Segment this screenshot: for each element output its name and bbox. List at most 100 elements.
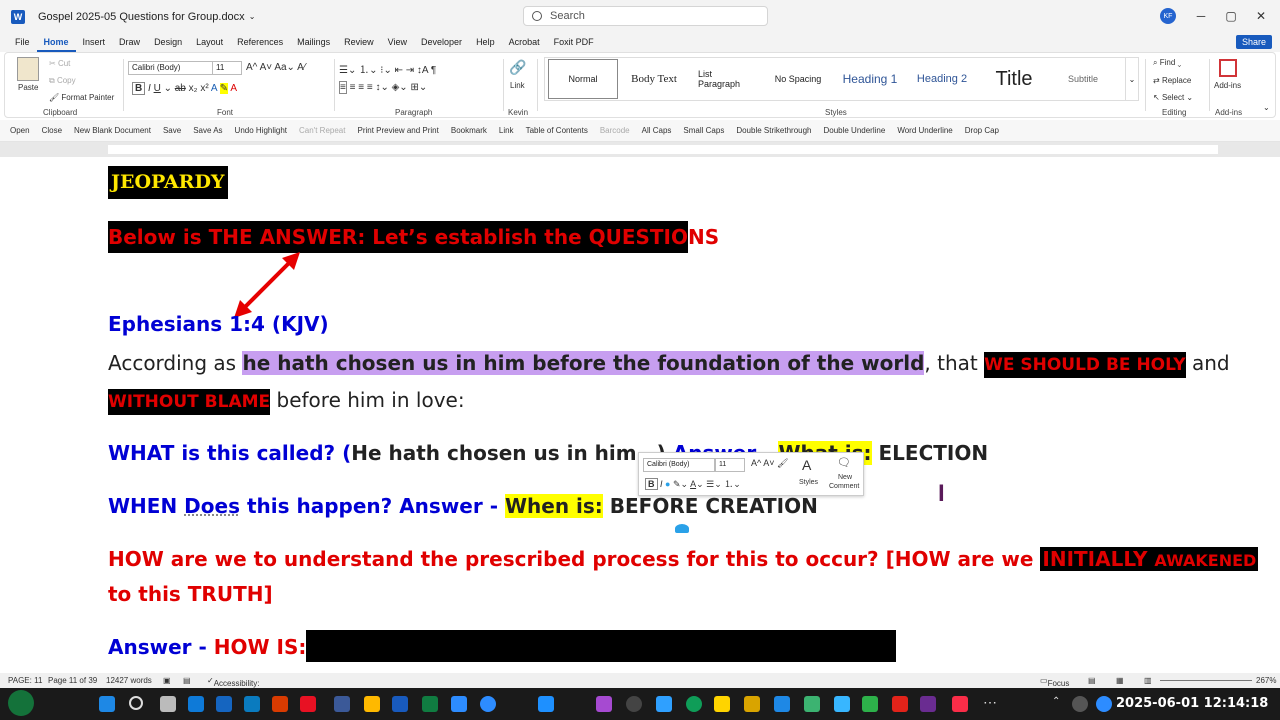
link-icon[interactable]: 🔗 xyxy=(509,59,526,76)
qat-close[interactable]: Close xyxy=(42,126,62,135)
app-icon[interactable] xyxy=(244,696,260,712)
qat-new-blank-document[interactable]: New Blank Document xyxy=(74,126,151,135)
style-body-text[interactable]: Body Text xyxy=(618,59,690,99)
search-box[interactable]: Search xyxy=(523,6,768,26)
tab-insert[interactable]: Insert xyxy=(76,33,113,52)
tab-file[interactable]: File xyxy=(8,33,37,52)
style-subtitle[interactable]: Subtitle xyxy=(1050,59,1116,99)
app-icon[interactable] xyxy=(744,696,760,712)
search-icon[interactable] xyxy=(129,696,143,710)
qat-double-strikethrough[interactable]: Double Strikethrough xyxy=(736,126,811,135)
chevron-up-icon[interactable]: ⌃ xyxy=(1052,696,1068,712)
mini-grow-icons[interactable]: A^ A˅ 🖌 xyxy=(751,458,788,469)
music-icon[interactable] xyxy=(952,696,968,712)
tab-home[interactable]: Home xyxy=(36,33,76,52)
task-view-icon[interactable] xyxy=(160,696,176,712)
style-heading-2[interactable]: Heading 2 xyxy=(906,59,978,99)
tab-help[interactable]: Help xyxy=(469,33,502,52)
bell-icon[interactable] xyxy=(8,690,34,716)
app-icon[interactable] xyxy=(656,696,672,712)
mini-font-select[interactable]: Calibri (Body) xyxy=(643,458,715,472)
app-icon[interactable] xyxy=(300,696,316,712)
tray-icon[interactable] xyxy=(1096,696,1112,712)
tab-view[interactable]: View xyxy=(381,33,414,52)
font-size-select[interactable]: 11 xyxy=(212,61,242,75)
mini-size-select[interactable]: 11 xyxy=(715,458,745,472)
excel-icon[interactable] xyxy=(422,696,438,712)
paste-icon[interactable] xyxy=(17,57,39,81)
qat-drop-cap[interactable]: Drop Cap xyxy=(965,126,999,135)
avatar[interactable]: KF xyxy=(1160,8,1176,24)
grow-font-icon[interactable]: A^ A˅ Aa⌄ A⁄ xyxy=(246,62,306,73)
qat-open[interactable]: Open xyxy=(10,126,30,135)
paste-button[interactable]: Paste xyxy=(18,83,38,92)
app-icon[interactable] xyxy=(804,696,820,712)
app-icon[interactable] xyxy=(714,696,730,712)
find-button[interactable]: ⌕ Find ⌄ xyxy=(1153,58,1181,68)
qat-word-underline[interactable]: Word Underline xyxy=(897,126,952,135)
start-icon[interactable] xyxy=(99,696,115,712)
new-comment-line-1[interactable]: New xyxy=(838,474,852,481)
tab-draw[interactable]: Draw xyxy=(112,33,147,52)
app-icon[interactable] xyxy=(188,696,204,712)
style-normal[interactable]: Normal xyxy=(548,59,618,99)
file-explorer-icon[interactable] xyxy=(364,696,380,712)
font-format-icons[interactable]: B I U ⌄ ab x₂ x² A ✎ A xyxy=(132,82,237,95)
app-icon[interactable] xyxy=(862,696,878,712)
style-no-spacing[interactable]: No Spacing xyxy=(762,59,834,99)
app-icon[interactable] xyxy=(626,696,642,712)
qat-double-underline[interactable]: Double Underline xyxy=(823,126,885,135)
app-icon[interactable] xyxy=(216,696,232,712)
app-icon[interactable] xyxy=(920,696,936,712)
add-ins-button[interactable]: Add-ins xyxy=(1214,81,1241,90)
accessibility-status[interactable]: ✓ Accessibility: Investigate xyxy=(207,676,260,697)
app-icon[interactable] xyxy=(334,696,350,712)
styles-icon[interactable]: A xyxy=(802,457,811,473)
proofing-icon[interactable]: ▣ xyxy=(163,676,171,685)
zoom-app-icon[interactable] xyxy=(451,696,467,712)
tab-layout[interactable]: Layout xyxy=(189,33,230,52)
tab-design[interactable]: Design xyxy=(147,33,189,52)
more-icon[interactable]: ⋯ xyxy=(983,695,999,712)
add-ins-icon[interactable] xyxy=(1219,59,1237,77)
read-mode-icon[interactable]: ▤ xyxy=(1088,676,1096,685)
share-button[interactable]: Share xyxy=(1235,35,1272,49)
qat-link[interactable]: Link xyxy=(499,126,514,135)
copy-button[interactable]: ⧉ Copy xyxy=(49,76,76,86)
link-button[interactable]: Link xyxy=(510,81,525,90)
styles-more-icon[interactable]: ⌄ xyxy=(1125,57,1139,101)
minimize-button[interactable]: ─ xyxy=(1186,6,1216,26)
tab-mailings[interactable]: Mailings xyxy=(290,33,337,52)
document-title[interactable]: Gospel 2025-05 Questions for Group.docx xyxy=(38,11,245,23)
web-layout-icon[interactable]: ▥ xyxy=(1144,676,1152,685)
clock[interactable]: 2025-06-01 12:14:18 xyxy=(1116,696,1268,711)
word-icon[interactable] xyxy=(392,696,408,712)
tab-references[interactable]: References xyxy=(230,33,290,52)
tray-icon[interactable] xyxy=(1072,696,1088,712)
qat-undo-highlight[interactable]: Undo Highlight xyxy=(235,126,287,135)
app-icon[interactable] xyxy=(272,696,288,712)
cut-button[interactable]: ✂ Cut xyxy=(49,59,70,68)
close-button[interactable]: ✕ xyxy=(1246,6,1276,26)
format-painter-button[interactable]: 🖌 Format Painter xyxy=(49,93,114,102)
qat-print-preview-and-print[interactable]: Print Preview and Print xyxy=(357,126,438,135)
collapse-ribbon-icon[interactable]: ⌄ xyxy=(1263,103,1270,112)
page-indicator[interactable]: PAGE: 11 xyxy=(8,676,42,685)
print-layout-icon[interactable]: ▦ xyxy=(1116,676,1124,685)
app-icon[interactable] xyxy=(892,696,908,712)
selection-handle-icon[interactable] xyxy=(675,524,689,533)
style-title[interactable]: Title xyxy=(978,59,1050,99)
tab-review[interactable]: Review xyxy=(337,33,381,52)
macro-icon[interactable]: ▤ xyxy=(183,676,191,685)
replace-button[interactable]: ⇄ Replace xyxy=(1153,76,1191,85)
qat-save-as[interactable]: Save As xyxy=(193,126,222,135)
mini-styles-button[interactable]: Styles xyxy=(799,479,818,486)
tab-acrobat[interactable]: Acrobat xyxy=(502,33,547,52)
style-list-paragraph[interactable]: List Paragraph xyxy=(690,59,762,99)
comment-icon[interactable]: 🗨 xyxy=(837,456,851,469)
zoom-slider[interactable] xyxy=(1160,680,1252,681)
qat-small-caps[interactable]: Small Caps xyxy=(683,126,724,135)
alignment-icons[interactable]: ≡ ≡ ≡ ≡ ↕⌄ ◈⌄ ⊞⌄ xyxy=(339,81,427,94)
font-name-select[interactable]: Calibri (Body) xyxy=(128,61,214,75)
page-count[interactable]: Page 11 of 39 xyxy=(48,676,97,685)
